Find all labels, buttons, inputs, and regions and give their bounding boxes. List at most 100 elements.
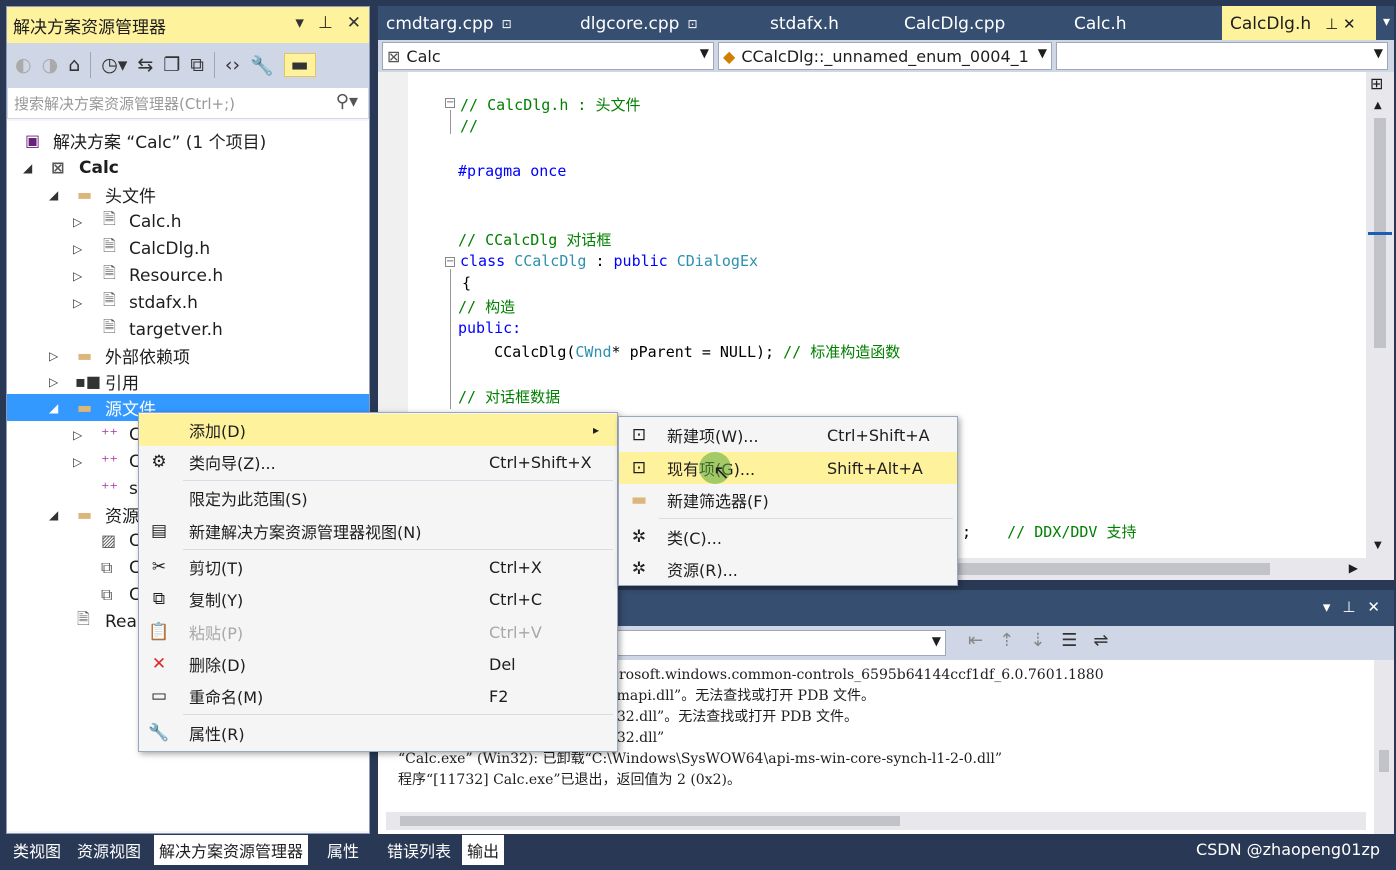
expanded-icon[interactable]: ◢ bbox=[49, 188, 58, 202]
output-vertical-scrollbar[interactable] bbox=[1374, 660, 1394, 834]
menu-item-add[interactable]: 添加(D) ▸ bbox=[139, 414, 617, 446]
home-icon[interactable]: ⌂ bbox=[68, 54, 80, 76]
tab-error-list[interactable]: 错误列表 bbox=[382, 835, 456, 865]
resource-file-icon: ⧉ bbox=[101, 584, 113, 604]
tree-item-external-deps[interactable]: ▷ ▬ 外部依赖项 bbox=[7, 342, 369, 369]
menu-item-scope[interactable]: 限定为此范围(S) bbox=[139, 482, 617, 514]
code-line: #pragma once bbox=[458, 162, 567, 180]
menu-item-label: 类向导(Z)... bbox=[189, 454, 276, 473]
copy-icon[interactable]: ⧉ bbox=[190, 54, 204, 76]
forward-icon[interactable]: ◑ bbox=[42, 54, 59, 76]
tab-properties[interactable]: 属性 bbox=[322, 835, 364, 865]
tab-stdafx-h[interactable]: stdafx.h bbox=[770, 6, 839, 42]
tree-item-header-files[interactable]: ◢ ▬ 头文件 bbox=[7, 181, 369, 208]
tab-output[interactable]: 输出 bbox=[462, 835, 505, 865]
menu-item-shortcut: Ctrl+Shift+A bbox=[827, 425, 930, 445]
close-icon[interactable]: ✕ bbox=[347, 13, 361, 33]
tree-item-references[interactable]: ▷ ▪■ 引用 bbox=[7, 368, 369, 395]
menu-item-properties[interactable]: 🔧 属性(R) bbox=[139, 717, 617, 749]
scroll-down-icon[interactable]: ▼ bbox=[1374, 540, 1382, 551]
menu-item-existing-item[interactable]: ⊡ 现有项(G)... Shift+Alt+A ↖ bbox=[619, 452, 957, 484]
preview-icon[interactable]: ▬ bbox=[283, 53, 316, 77]
collapsed-icon[interactable]: ▷ bbox=[73, 269, 82, 283]
search-box[interactable]: 搜索解决方案资源管理器(Ctrl+;) ⚲▾ bbox=[7, 87, 369, 119]
tab-calcdlg-cpp[interactable]: CalcDlg.cpp bbox=[904, 6, 1005, 42]
properties-icon[interactable]: 🔧 bbox=[250, 54, 274, 77]
menu-item-paste[interactable]: 📋 粘贴(P) Ctrl+V bbox=[139, 616, 617, 648]
tab-resource-view[interactable]: 资源视图 bbox=[72, 835, 146, 865]
context-menu: 添加(D) ▸ ⚙ 类向导(Z)... Ctrl+Shift+X 限定为此范围(… bbox=[138, 412, 618, 752]
tab-class-view[interactable]: 类视图 bbox=[8, 835, 66, 865]
pin-icon[interactable]: ⊥ bbox=[318, 13, 333, 33]
solution-explorer-toolbar: ◐ ◑ ⌂ ◷▾ ⇆ ❐ ⧉ ‹› 🔧 ▬ bbox=[7, 43, 369, 87]
tree-item-solution[interactable]: ▣ 解决方案 “Calc” (1 个项目) bbox=[7, 127, 369, 154]
code-view-icon[interactable]: ‹› bbox=[225, 54, 240, 76]
editor-vertical-scrollbar[interactable]: ⊞ ▲ ▼ bbox=[1366, 72, 1394, 580]
scope-dropdown[interactable]: ◆ CCalcDlg::_unnamed_enum_0004_1 ▼ bbox=[718, 42, 1052, 70]
window-position-icon[interactable]: ▾ bbox=[295, 13, 304, 33]
expanded-icon[interactable]: ◢ bbox=[23, 161, 32, 175]
collapse-icon[interactable]: ❐ bbox=[163, 54, 180, 76]
project-dropdown[interactable]: ⊠ Calc ▼ bbox=[382, 42, 714, 70]
new-item-icon: ⊡ bbox=[631, 425, 647, 445]
collapsed-icon[interactable]: ▷ bbox=[73, 296, 82, 310]
fold-toggle-icon[interactable]: − bbox=[445, 257, 455, 267]
tree-item-file[interactable]: ▷ 🗎 Calc.h bbox=[7, 208, 369, 235]
search-icon[interactable]: ⚲▾ bbox=[336, 91, 358, 112]
word-wrap-icon[interactable]: ⇌ bbox=[1093, 630, 1108, 651]
tree-item-file[interactable]: 🗎 targetver.h bbox=[7, 316, 369, 343]
find-message-icon[interactable]: ⇤ bbox=[968, 630, 983, 651]
tree-item-project[interactable]: ◢ ⊠ Calc bbox=[7, 154, 369, 181]
collapsed-icon[interactable]: ▷ bbox=[73, 428, 82, 442]
resource-file-icon: ⧉ bbox=[101, 557, 113, 577]
scrollbar-thumb[interactable] bbox=[1379, 750, 1389, 772]
collapsed-icon[interactable]: ▷ bbox=[73, 242, 82, 256]
scroll-up-icon[interactable]: ▲ bbox=[1374, 100, 1382, 111]
tab-calcdlg-h[interactable]: CalcDlg.h ⊥ ✕ bbox=[1222, 6, 1376, 42]
tree-item-file[interactable]: ▷ 🗎 Resource.h bbox=[7, 262, 369, 289]
tab-calc-h[interactable]: Calc.h bbox=[1074, 6, 1127, 42]
menu-item-new-filter[interactable]: ▬ 新建筛选器(F) bbox=[619, 484, 957, 516]
back-icon[interactable]: ◐ bbox=[15, 54, 32, 76]
menu-item-rename[interactable]: ▭ 重命名(M) F2 bbox=[139, 680, 617, 712]
menu-item-label: 复制(Y) bbox=[189, 591, 244, 610]
collapsed-icon[interactable]: ▷ bbox=[73, 455, 82, 469]
collapsed-icon[interactable]: ▷ bbox=[49, 349, 58, 363]
expanded-icon[interactable]: ◢ bbox=[49, 401, 58, 415]
scrollbar-thumb[interactable] bbox=[958, 563, 1270, 575]
prev-message-icon[interactable]: ⇡ bbox=[999, 630, 1014, 651]
scroll-right-icon[interactable]: ▶ bbox=[1349, 561, 1358, 575]
menu-item-new-view[interactable]: ▤ 新建解决方案资源管理器视图(N) bbox=[139, 515, 617, 547]
expanded-icon[interactable]: ◢ bbox=[49, 508, 58, 522]
menu-item-resource[interactable]: ✲ 资源(R)... bbox=[619, 553, 957, 585]
close-icon[interactable]: ⊥ ✕ bbox=[1325, 15, 1355, 33]
menu-item-delete[interactable]: ✕ 删除(D) Del bbox=[139, 648, 617, 680]
clear-all-icon[interactable]: ☰ bbox=[1061, 630, 1077, 651]
tab-dlgcore-cpp[interactable]: dlgcore.cpp ⊡ bbox=[580, 6, 698, 42]
menu-separator bbox=[183, 480, 613, 481]
menu-item-new-item[interactable]: ⊡ 新建项(W)... Ctrl+Shift+A bbox=[619, 419, 957, 451]
split-icon[interactable]: ⊞ bbox=[1370, 74, 1383, 93]
collapsed-icon[interactable]: ▷ bbox=[49, 375, 58, 389]
tab-solution-explorer[interactable]: 解决方案资源管理器 bbox=[154, 835, 309, 865]
member-dropdown[interactable]: ▼ bbox=[1056, 42, 1388, 70]
menu-item-cut[interactable]: ✂ 剪切(T) Ctrl+X bbox=[139, 551, 617, 583]
scrollbar-thumb[interactable] bbox=[400, 816, 900, 826]
output-horizontal-scrollbar[interactable] bbox=[386, 812, 1366, 830]
pin-icon[interactable]: ⊥ bbox=[1342, 598, 1355, 616]
fold-toggle-icon[interactable]: − bbox=[445, 98, 455, 108]
tree-item-file[interactable]: ▷ 🗎 CalcDlg.h bbox=[7, 235, 369, 262]
next-message-icon[interactable]: ⇣ bbox=[1030, 630, 1045, 651]
window-position-icon[interactable]: ▾ bbox=[1323, 598, 1331, 616]
search-input[interactable]: 搜索解决方案资源管理器(Ctrl+;) bbox=[14, 93, 235, 114]
collapsed-icon[interactable]: ▷ bbox=[73, 215, 82, 229]
tab-cmdtarg-cpp[interactable]: cmdtarg.cpp ⊡ bbox=[386, 6, 512, 42]
menu-item-class[interactable]: ✲ 类(C)... bbox=[619, 521, 957, 553]
tab-overflow-icon[interactable]: ▾ bbox=[1383, 14, 1390, 30]
close-icon[interactable]: ✕ bbox=[1367, 598, 1380, 616]
history-icon[interactable]: ◷▾ bbox=[101, 54, 127, 76]
sync-icon[interactable]: ⇆ bbox=[137, 54, 153, 76]
menu-item-class-wizard[interactable]: ⚙ 类向导(Z)... Ctrl+Shift+X bbox=[139, 446, 617, 478]
menu-item-copy[interactable]: ⧉ 复制(Y) Ctrl+C bbox=[139, 583, 617, 615]
tree-item-file[interactable]: ▷ 🗎 stdafx.h bbox=[7, 289, 369, 316]
